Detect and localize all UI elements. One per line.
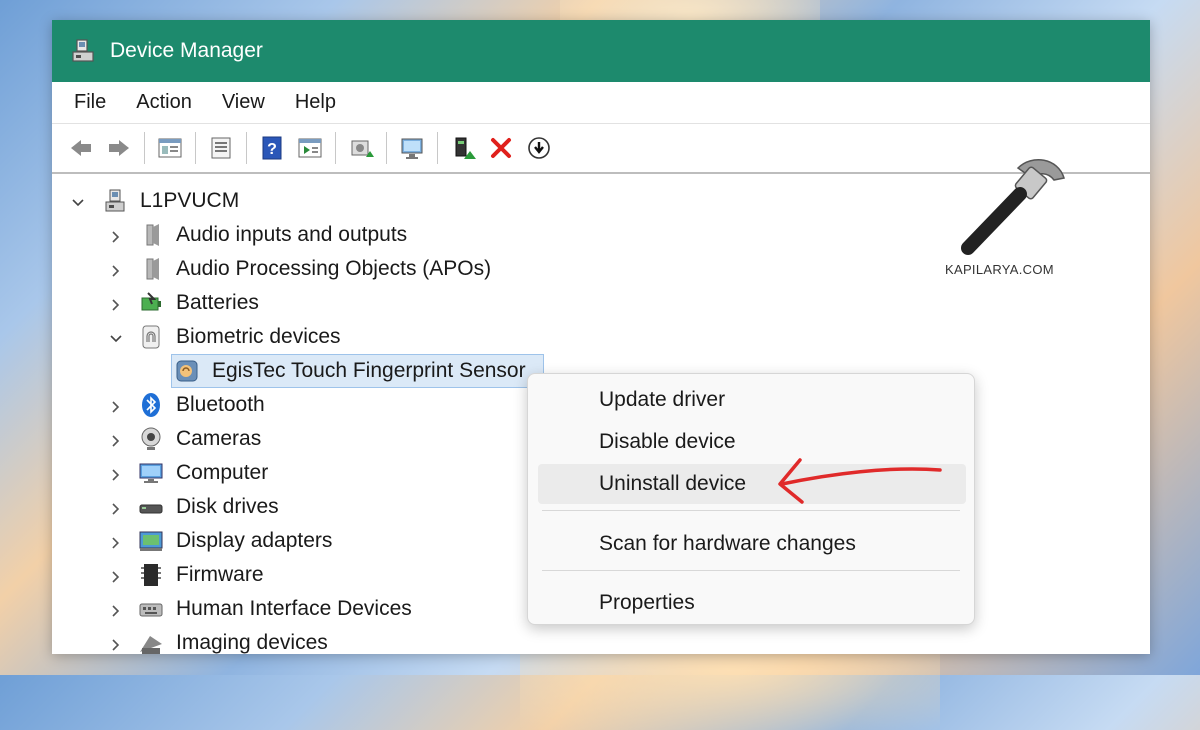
hammer-logo-icon bbox=[961, 159, 1065, 255]
tree-item[interactable]: Human Interface Devices bbox=[52, 592, 552, 626]
view-icon bbox=[298, 138, 322, 158]
tree-item-label: Cameras bbox=[176, 427, 262, 450]
chevron-right-icon[interactable] bbox=[108, 227, 124, 243]
menu-bar: File Action View Help bbox=[52, 82, 1150, 124]
scan-hardware-icon bbox=[401, 138, 423, 159]
scan-hardware-menu-item[interactable]: Scan for hardware changes bbox=[538, 524, 966, 564]
bluetooth-icon bbox=[138, 392, 164, 418]
tree-item-label: Display adapters bbox=[176, 529, 333, 552]
display-adapter-icon bbox=[138, 528, 164, 554]
imaging-icon bbox=[138, 630, 164, 654]
tree-item[interactable]: Bluetooth bbox=[52, 388, 552, 422]
window-title: Device Manager bbox=[110, 39, 263, 62]
speaker-icon bbox=[138, 222, 164, 248]
toolbar-separator bbox=[195, 132, 196, 164]
properties-icon bbox=[211, 137, 231, 159]
tree-item-selected[interactable]: EgisTec Touch Fingerprint Sensor bbox=[52, 354, 572, 388]
chevron-right-icon[interactable] bbox=[108, 397, 124, 413]
device-manager-icon bbox=[70, 38, 96, 64]
tree-item[interactable]: Imaging devices bbox=[52, 626, 552, 654]
tree-item[interactable]: Computer bbox=[52, 456, 552, 490]
menu-separator bbox=[542, 570, 960, 571]
chevron-down-icon[interactable] bbox=[108, 329, 124, 345]
update-driver-menu-item[interactable]: Update driver bbox=[538, 380, 966, 420]
toolbar-separator bbox=[437, 132, 438, 164]
menu-help[interactable]: Help bbox=[295, 91, 336, 114]
chevron-right-icon[interactable] bbox=[108, 295, 124, 311]
disk-icon bbox=[138, 494, 164, 520]
tree-item-label: EgisTec Touch Fingerprint Sensor bbox=[212, 359, 526, 382]
tree-item-label: Firmware bbox=[176, 563, 264, 586]
tree-item[interactable]: Batteries bbox=[52, 286, 552, 320]
download-icon bbox=[528, 137, 550, 159]
update-driver-icon bbox=[351, 140, 374, 157]
svg-text:?: ? bbox=[267, 141, 277, 158]
title-bar: Device Manager bbox=[52, 20, 1150, 82]
menu-file[interactable]: File bbox=[74, 91, 106, 114]
camera-icon bbox=[138, 426, 164, 452]
tree-item[interactable]: Firmware bbox=[52, 558, 552, 592]
chevron-right-icon[interactable] bbox=[108, 465, 124, 481]
tree-item[interactable]: Display adapters bbox=[52, 524, 552, 558]
tree-item-label: Audio inputs and outputs bbox=[176, 223, 408, 246]
tree-item[interactable]: Biometric devices bbox=[52, 320, 552, 354]
show-hide-tree-button[interactable] bbox=[155, 133, 185, 163]
tree-item-label: Audio Processing Objects (APOs) bbox=[176, 257, 492, 280]
enable-device-button[interactable] bbox=[448, 133, 478, 163]
enable-device-icon bbox=[455, 137, 476, 159]
forward-icon bbox=[109, 140, 129, 156]
tree-item-label: Batteries bbox=[176, 291, 259, 314]
help-button[interactable]: ? bbox=[257, 133, 287, 163]
sensor-icon bbox=[174, 358, 200, 384]
chevron-right-icon[interactable] bbox=[108, 261, 124, 277]
speaker-icon bbox=[138, 256, 164, 282]
tree-item[interactable]: Disk drives bbox=[52, 490, 552, 524]
tree-item[interactable]: Cameras bbox=[52, 422, 552, 456]
chevron-right-icon[interactable] bbox=[108, 533, 124, 549]
firmware-icon bbox=[138, 562, 164, 588]
tree-root[interactable]: L1PVUCM bbox=[52, 184, 452, 218]
properties-menu-item[interactable]: Properties bbox=[538, 583, 966, 623]
menu-view[interactable]: View bbox=[222, 91, 265, 114]
tree-root-label: L1PVUCM bbox=[140, 189, 240, 212]
help-icon: ? bbox=[262, 136, 282, 160]
chevron-right-icon[interactable] bbox=[108, 431, 124, 447]
fingerprint-icon bbox=[138, 324, 164, 350]
tree-item-label: Human Interface Devices bbox=[176, 597, 412, 620]
chevron-right-icon[interactable] bbox=[108, 601, 124, 617]
battery-icon bbox=[138, 290, 164, 316]
view-button[interactable] bbox=[295, 133, 325, 163]
forward-button[interactable] bbox=[104, 133, 134, 163]
tree-item-label: Computer bbox=[176, 461, 269, 484]
back-button[interactable] bbox=[66, 133, 96, 163]
toolbar-separator bbox=[144, 132, 145, 164]
tree-item-label: Bluetooth bbox=[176, 393, 265, 416]
back-icon bbox=[71, 140, 91, 156]
chevron-right-icon[interactable] bbox=[108, 499, 124, 515]
monitor-icon bbox=[138, 460, 164, 486]
chevron-right-icon[interactable] bbox=[108, 567, 124, 583]
tree-item[interactable]: Audio Processing Objects (APOs) bbox=[52, 252, 552, 286]
toolbar-separator bbox=[386, 132, 387, 164]
properties-button[interactable] bbox=[206, 133, 236, 163]
tree-item-label: Imaging devices bbox=[176, 631, 328, 654]
uninstall-icon bbox=[491, 138, 511, 158]
scan-hardware-button[interactable] bbox=[397, 133, 427, 163]
annotation-arrow-icon bbox=[778, 458, 942, 504]
show-hide-tree-icon bbox=[158, 138, 182, 158]
tree-item-label: Disk drives bbox=[176, 495, 279, 518]
toolbar-separator bbox=[335, 132, 336, 164]
update-driver-button[interactable] bbox=[346, 133, 376, 163]
tree-item[interactable]: Audio inputs and outputs bbox=[52, 218, 552, 252]
chevron-right-icon[interactable] bbox=[108, 635, 124, 651]
download-button[interactable] bbox=[524, 133, 554, 163]
tree-item-label: Biometric devices bbox=[176, 325, 341, 348]
uninstall-button[interactable] bbox=[486, 133, 516, 163]
chevron-down-icon[interactable] bbox=[70, 193, 86, 209]
computer-tree-icon bbox=[102, 188, 128, 214]
hid-icon bbox=[138, 596, 164, 622]
watermark-text: KAPILARYA.COM bbox=[945, 262, 1054, 277]
menu-action[interactable]: Action bbox=[136, 91, 192, 114]
toolbar-separator bbox=[246, 132, 247, 164]
